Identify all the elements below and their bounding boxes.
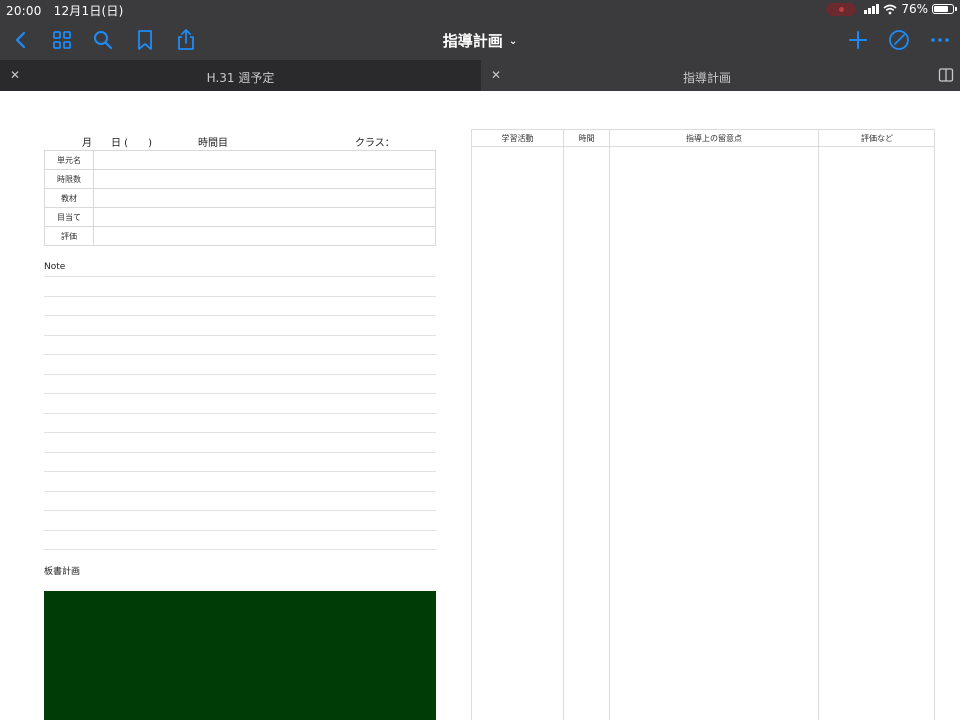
recording-indicator [826,3,856,16]
status-right: 76% [864,2,957,16]
table-row: 時限数 [44,169,436,189]
tab-week-schedule[interactable]: ✕ H.31 週予定 [0,60,481,91]
tab-bar: ✕ H.31 週予定 ✕ 指導計画 [0,60,960,91]
add-icon[interactable] [846,28,870,52]
plan-header-evaluation: 評価など [861,134,893,143]
note-rule-line [44,471,436,472]
battery-icon [932,4,957,14]
unit-name-cell[interactable] [93,150,436,170]
table-row: 単元名 [44,150,436,170]
plan-header-activity: 学習活動 [501,134,534,143]
status-date: 12月1日(日) [53,4,124,18]
note-rule-line [44,315,436,316]
chevron-down-icon: ⌄ [508,36,518,47]
toolbar: 指導計画 ⌄ [0,20,960,60]
note-title: Note [44,262,66,272]
tab-label: H.31 週予定 [206,71,275,85]
goal-label: 目当て [44,207,94,227]
document-page[interactable]: 月 日 ( ) 時間目 クラス： 単元名 時限数 教材 目当て 評価 Note … [0,91,960,720]
plan-header-notes: 指導上の留意点 [686,134,742,143]
plan-header-time: 時間 [578,134,595,143]
blackboard-area[interactable] [44,591,436,720]
table-row: 教材 [44,188,436,208]
note-rule-line [44,373,436,375]
note-rule-line [44,412,436,414]
lesson-info-table: 単元名 時限数 教材 目当て 評価 [44,150,436,246]
table-row: 目当て [44,207,436,227]
plan-header-row: 学習活動 時間 指導上の留意点 評価など [472,130,934,147]
column-divider [818,130,819,720]
wifi-icon [883,4,897,14]
note-rule-line [44,432,436,433]
document-title[interactable]: 指導計画 ⌄ [0,30,960,51]
status-time: 20:00 12月1日(日) [6,4,124,18]
pen-icon[interactable] [887,28,911,52]
tab-teaching-plan[interactable]: ✕ 指導計画 [481,60,933,91]
note-rule-line [44,334,436,336]
battery-percent: 76% [901,2,928,16]
teaching-plan-table[interactable]: 学習活動 時間 指導上の留意点 評価など [471,129,935,720]
note-rule-line [44,354,436,355]
table-row: 評価 [44,226,436,246]
note-rule-line [44,490,436,492]
note-rule-line [44,510,436,511]
materials-label: 教材 [44,188,94,208]
evaluation-cell[interactable] [93,226,436,246]
note-rule-line [44,549,436,550]
day-label: 日 ( ) [111,138,152,149]
period-label: 時間目 [198,138,228,149]
unit-name-label: 単元名 [44,150,94,170]
evaluation-label: 評価 [44,226,94,246]
note-rule-line [44,393,436,394]
periods-label: 時限数 [44,169,94,189]
tab-label: 指導計画 [682,71,731,85]
class-label: クラス： [355,138,395,149]
note-rule-line [44,451,436,453]
month-label: 月 [82,138,92,149]
goal-cell[interactable] [93,207,436,227]
note-rule-line [44,529,436,531]
cellular-signal-icon [864,4,880,14]
materials-cell[interactable] [93,188,436,208]
status-bar: 20:00 12月1日(日) 76% [0,0,960,20]
split-view-icon[interactable] [938,67,954,83]
more-icon[interactable] [928,28,952,52]
column-divider [563,130,564,720]
board-plan-title: 板書計画 [44,567,81,577]
note-rule-line [44,276,436,277]
periods-cell[interactable] [93,169,436,189]
note-rule-line [44,295,436,297]
column-divider [609,130,610,720]
